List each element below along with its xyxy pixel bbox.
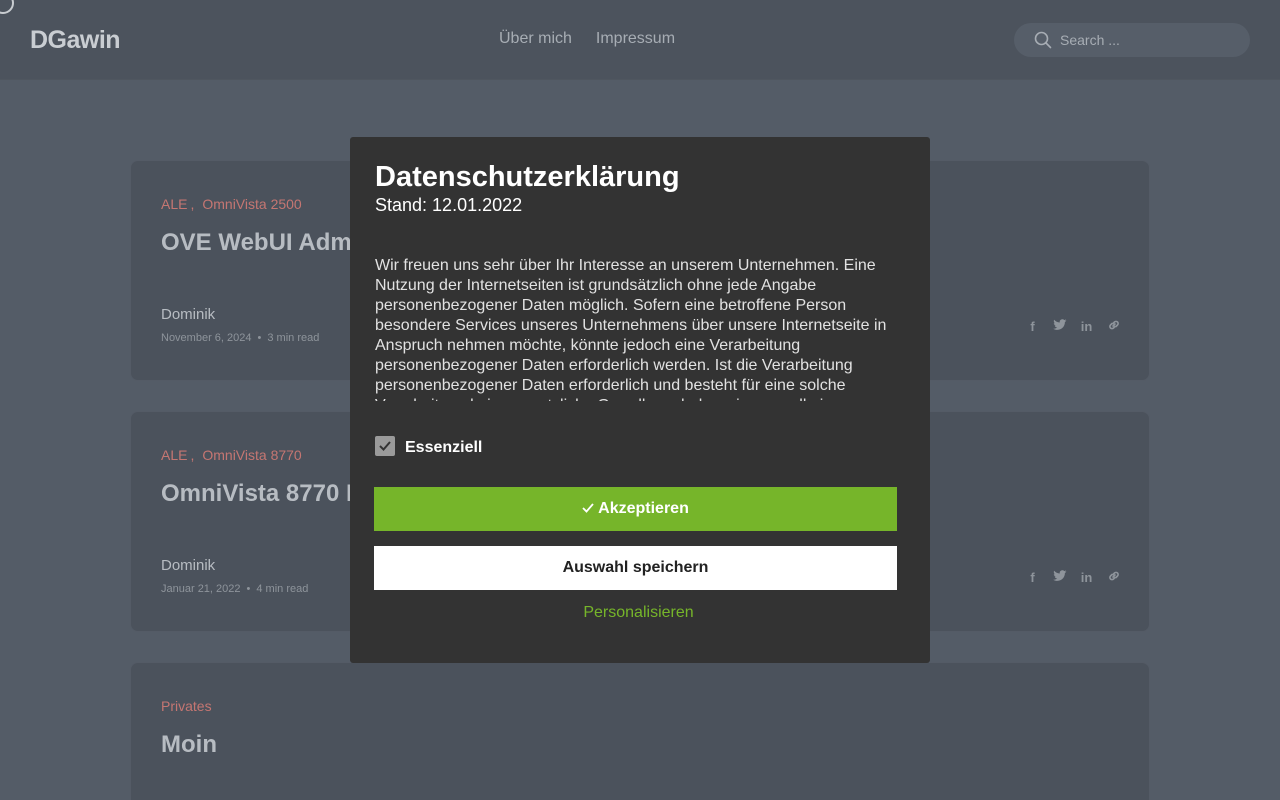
accept-button[interactable]: Akzeptieren [374, 487, 897, 531]
post-tags: ALE, OmniVista 2500 [161, 196, 302, 212]
check-icon [379, 441, 391, 451]
post-meta: Januar 21, 2022 • 4 min read [161, 583, 309, 595]
privacy-consent-modal: Datenschutzerklärung Stand: 12.01.2022 W… [350, 137, 930, 663]
post-author[interactable]: Dominik [161, 306, 215, 323]
accept-button-label: Akzeptieren [598, 500, 689, 517]
linkedin-icon[interactable]: in [1079, 319, 1094, 334]
post-read-time: 4 min read [256, 583, 309, 595]
privacy-text[interactable]: Wir freuen uns sehr über Ihr Interesse a… [375, 256, 895, 401]
nav-link-impressum[interactable]: Impressum [596, 30, 675, 48]
post-title[interactable]: Moin [161, 731, 217, 759]
modal-title: Datenschutzerklärung [375, 161, 680, 193]
twitter-icon[interactable] [1052, 319, 1067, 334]
save-selection-button[interactable]: Auswahl speichern [374, 546, 897, 590]
share-icons: f in [1025, 569, 1121, 586]
nav-link-about[interactable]: Über mich [499, 30, 572, 48]
post-card: Privates Moin [130, 662, 1150, 800]
twitter-icon[interactable] [1052, 570, 1067, 585]
search-icon [1034, 31, 1052, 49]
personalize-link[interactable]: Personalisieren [350, 604, 927, 622]
tag-link[interactable]: Privates [161, 698, 212, 714]
essential-option[interactable]: Essenziell [375, 435, 482, 457]
post-title[interactable]: OVE WebUI Admi [161, 229, 358, 257]
post-date: November 6, 2024 [161, 332, 252, 344]
post-tags: Privates [161, 698, 212, 714]
tag-link[interactable]: ALE [161, 196, 187, 212]
post-title[interactable]: OmniVista 8770 I [161, 480, 353, 508]
tag-link[interactable]: OmniVista 2500 [202, 196, 301, 212]
search-box[interactable] [1014, 23, 1250, 57]
post-read-time: 3 min read [267, 332, 320, 344]
linkedin-icon[interactable]: in [1079, 570, 1094, 585]
circle-icon[interactable] [0, 0, 14, 14]
share-icons: f in [1025, 318, 1121, 335]
post-tags: ALE, OmniVista 8770 [161, 447, 302, 463]
main-nav: Über mich Impressum [499, 30, 675, 48]
site-header: DGawin Über mich Impressum [0, 0, 1280, 80]
page: DGawin Über mich Impressum ALE,OmniVista… [0, 0, 1280, 800]
site-logo[interactable]: DGawin [30, 26, 121, 55]
search-input[interactable] [1060, 30, 1230, 50]
post-meta: November 6, 2024 • 3 min read [161, 332, 320, 344]
modal-subtitle: Stand: 12.01.2022 [375, 195, 523, 215]
essential-checkbox-label[interactable]: Essenziell [405, 439, 482, 457]
tag-link[interactable]: ALE [161, 447, 187, 463]
post-author[interactable]: Dominik [161, 557, 215, 574]
checkmark-icon [582, 500, 594, 518]
facebook-icon[interactable]: f [1025, 319, 1040, 334]
post-date: Januar 21, 2022 [161, 583, 241, 595]
facebook-icon[interactable]: f [1025, 570, 1040, 585]
link-icon[interactable] [1106, 318, 1121, 335]
essential-checkbox[interactable] [375, 436, 395, 456]
link-icon[interactable] [1106, 569, 1121, 586]
tag-link[interactable]: OmniVista 8770 [202, 447, 301, 463]
